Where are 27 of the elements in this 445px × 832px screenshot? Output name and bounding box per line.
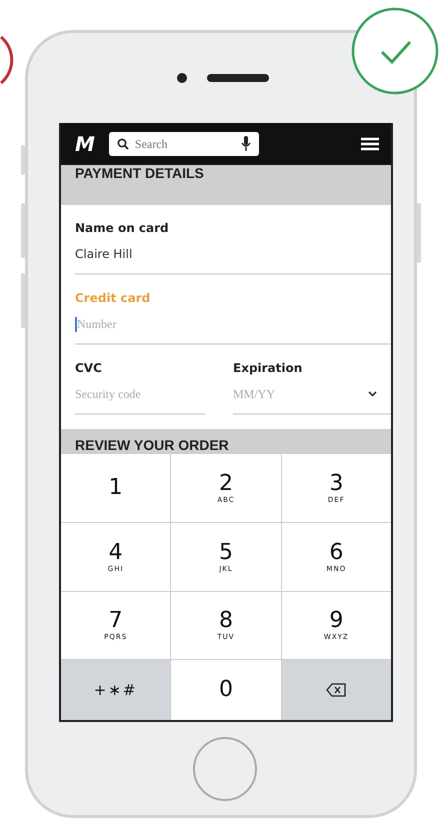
- text-cursor: [75, 316, 77, 332]
- keypad-key[interactable]: +∗#: [61, 660, 170, 720]
- field-label: Credit card: [75, 291, 152, 305]
- checkmark-icon: [350, 6, 440, 96]
- search-bar[interactable]: Search: [108, 132, 259, 156]
- chevron-down-icon[interactable]: [368, 391, 377, 397]
- field-label: Name on card: [75, 221, 170, 235]
- camera-icon: [177, 73, 187, 83]
- field-value: Claire Hill: [75, 247, 132, 261]
- field-label: CVC: [75, 361, 103, 375]
- field-label: Expiration: [233, 361, 304, 375]
- speaker-icon: [207, 74, 269, 82]
- field-placeholder: Security code: [75, 386, 141, 402]
- search-icon: [116, 138, 129, 150]
- input-field[interactable]: Name on card Claire Hill: [75, 205, 391, 275]
- section-title: REVIEW YOUR ORDER: [75, 437, 229, 453]
- logo[interactable]: M: [75, 132, 93, 156]
- field-placeholder: MM/YY: [233, 386, 276, 402]
- keypad-key[interactable]: 0: [171, 660, 281, 720]
- keypad-key[interactable]: 1: [61, 454, 170, 522]
- input-field[interactable]: Expiration MM/YY: [233, 345, 391, 415]
- field-placeholder: Number: [77, 316, 116, 332]
- microphone-icon[interactable]: [240, 136, 251, 152]
- backspace-icon: [326, 683, 346, 698]
- menu-icon[interactable]: [361, 137, 379, 151]
- section-title: PAYMENT DETAILS: [75, 165, 204, 181]
- input-field[interactable]: CVC Security code: [75, 345, 205, 415]
